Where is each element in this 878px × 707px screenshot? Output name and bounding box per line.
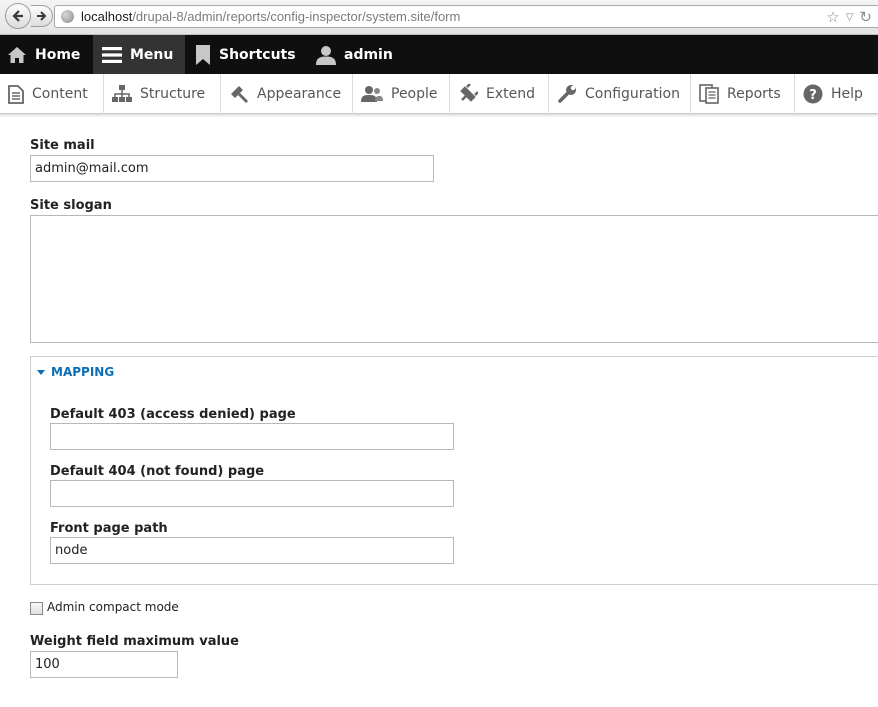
tray-item-help-label: Help <box>831 86 863 102</box>
bookmark-icon <box>195 44 211 65</box>
url-text: localhost/drupal-8/admin/reports/config-… <box>81 6 460 27</box>
mapping-toggle[interactable]: MAPPING <box>37 365 114 379</box>
tray-item-structure[interactable]: Structure <box>104 74 221 114</box>
bookmark-star-icon[interactable]: ☆ <box>826 7 839 28</box>
toolbar-user[interactable]: admin <box>316 35 406 74</box>
front-page-input[interactable]: node <box>50 537 454 564</box>
toolbar-shortcuts[interactable]: Shortcuts <box>195 35 305 74</box>
url-host: localhost <box>81 9 133 24</box>
url-path: /drupal-8/admin/reports/config-inspector… <box>132 9 461 24</box>
tray-item-extend-label: Extend <box>486 86 535 102</box>
tray-item-help[interactable]: ? Help <box>795 74 878 114</box>
menu-icon <box>102 46 122 64</box>
toolbar-home[interactable]: Home <box>0 35 93 74</box>
site-slogan-textarea[interactable] <box>30 215 878 343</box>
site-mail-label: Site mail <box>30 138 95 153</box>
back-button[interactable] <box>5 3 31 29</box>
user-icon <box>316 45 336 65</box>
default-404-label: Default 404 (not found) page <box>50 464 265 479</box>
tray-item-reports-label: Reports <box>727 86 781 102</box>
admin-toolbar: Home Menu Shortcuts admin <box>0 35 878 74</box>
globe-icon <box>61 10 74 23</box>
appearance-icon <box>229 84 249 104</box>
url-actions: ☆ ▽ ↻ <box>826 7 872 28</box>
toolbar-home-label: Home <box>35 46 81 63</box>
tray-item-structure-label: Structure <box>140 86 206 102</box>
browser-toolbar: localhost/drupal-8/admin/reports/config-… <box>0 0 878 35</box>
reports-icon <box>699 84 719 104</box>
admin-compact-label: Admin compact mode <box>47 600 179 614</box>
tray-item-reports[interactable]: Reports <box>691 74 795 114</box>
structure-icon <box>112 85 132 103</box>
tray-item-extend[interactable]: Extend <box>450 74 549 114</box>
default-403-label: Default 403 (access denied) page <box>50 407 296 422</box>
default-404-input[interactable] <box>50 480 454 507</box>
tray-item-people[interactable]: People <box>353 74 450 114</box>
toolbar-user-label: admin <box>344 46 393 63</box>
wrench-icon <box>557 84 577 104</box>
home-icon <box>7 46 27 64</box>
weight-max-input[interactable]: 100 <box>30 651 178 678</box>
mapping-legend-label: MAPPING <box>51 365 115 379</box>
reload-icon[interactable]: ↻ <box>859 7 872 28</box>
address-bar[interactable]: localhost/drupal-8/admin/reports/config-… <box>54 5 878 28</box>
help-icon: ? <box>803 84 823 104</box>
arrow-left-icon <box>12 10 23 22</box>
people-icon <box>361 85 383 103</box>
tray-item-content-label: Content <box>32 86 88 102</box>
tray-item-appearance[interactable]: Appearance <box>221 74 353 114</box>
dropdown-icon[interactable]: ▽ <box>846 7 854 28</box>
admin-compact-checkbox[interactable] <box>30 602 43 615</box>
tray-item-configuration-label: Configuration <box>585 86 680 102</box>
tray-item-content[interactable]: Content <box>0 74 104 114</box>
tray-item-appearance-label: Appearance <box>257 86 342 102</box>
extend-icon <box>458 84 478 104</box>
site-slogan-label: Site slogan <box>30 198 112 213</box>
front-page-label: Front page path <box>50 521 168 536</box>
tray-item-configuration[interactable]: Configuration <box>549 74 691 114</box>
toolbar-shortcuts-label: Shortcuts <box>219 46 296 63</box>
toolbar-menu-label: Menu <box>130 46 174 63</box>
site-mail-input[interactable]: admin@mail.com <box>30 155 434 182</box>
weight-max-label: Weight field maximum value <box>30 634 239 649</box>
svg-text:?: ? <box>809 88 817 103</box>
content-icon <box>8 84 24 104</box>
toolbar-menu[interactable]: Menu <box>93 35 185 74</box>
forward-button[interactable] <box>31 5 53 27</box>
toolbar-tray: Content Structure Appearance People Exte… <box>0 74 878 114</box>
tray-item-people-label: People <box>391 86 438 102</box>
arrow-right-icon <box>36 11 46 21</box>
triangle-down-icon <box>37 370 45 375</box>
default-403-input[interactable] <box>50 423 454 450</box>
